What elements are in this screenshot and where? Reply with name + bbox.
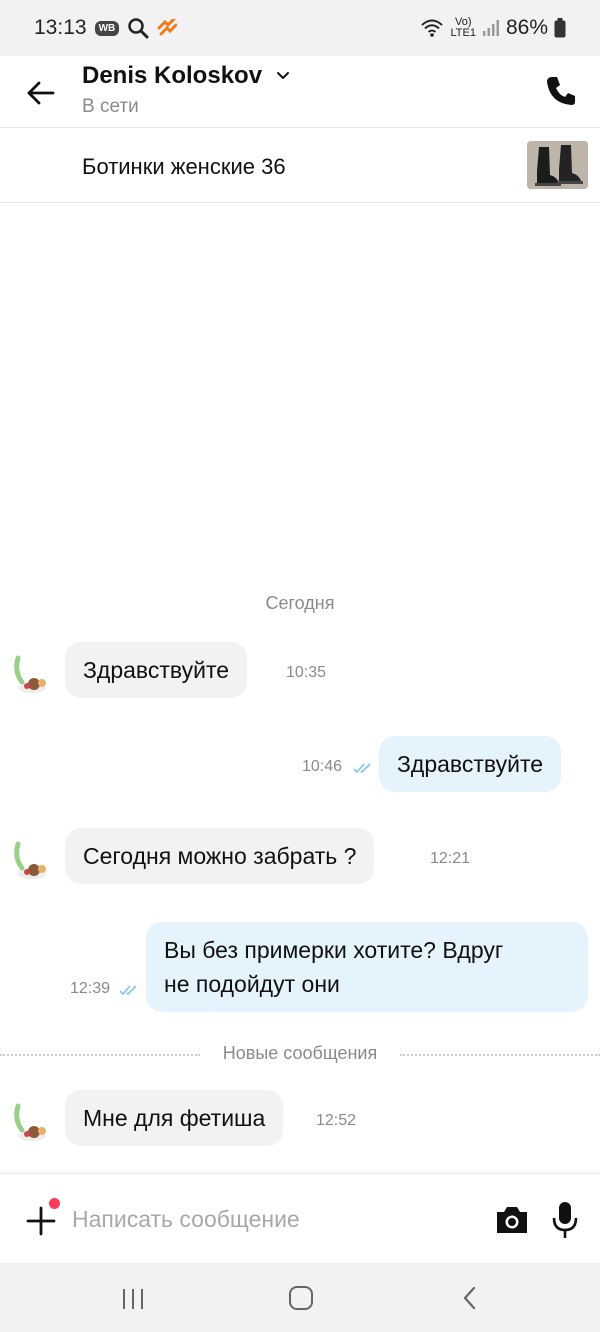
product-thumbnail[interactable]	[527, 141, 588, 189]
network-type: Vo) LTE1	[450, 16, 476, 39]
phone-icon[interactable]	[544, 74, 578, 108]
incoming-message[interactable]: Мне для фетиша	[65, 1090, 284, 1146]
system-navigation-bar	[0, 1263, 600, 1332]
battery-icon	[554, 18, 566, 38]
chat-header: Denis Koloskov В сети	[0, 56, 600, 128]
message-input[interactable]	[72, 1199, 472, 1239]
message-time: 10:46	[302, 758, 343, 775]
new-messages-separator: Новые сообщения	[0, 1043, 600, 1067]
double-check-icon	[353, 763, 371, 774]
contact-name[interactable]: Denis Koloskov	[82, 62, 262, 90]
wifi-icon	[421, 19, 444, 37]
plus-icon[interactable]	[24, 1204, 58, 1238]
contact-avatar[interactable]	[12, 652, 52, 696]
double-check-icon	[119, 985, 137, 996]
message-composer	[0, 1173, 600, 1263]
notification-dot	[49, 1198, 60, 1209]
battery-percent: 86%	[505, 16, 548, 39]
contact-avatar[interactable]	[12, 838, 52, 882]
product-bar[interactable]: Ботинки женские 36	[0, 128, 600, 203]
message-time: 12:52	[316, 1112, 357, 1129]
contact-online-status: В сети	[82, 96, 139, 117]
incoming-message[interactable]: Сегодня можно забрать ?	[65, 828, 375, 884]
search-icon	[128, 18, 149, 39]
system-back-icon[interactable]	[460, 1285, 480, 1311]
chat-area[interactable]: Сегодня Здравствуйте 10:35 10:46 Здравст…	[0, 203, 600, 1173]
outgoing-message[interactable]: Здравствуйте	[379, 736, 562, 792]
message-line: не подойдут они	[164, 971, 340, 997]
chevron-down-icon[interactable]	[274, 66, 292, 84]
date-separator: Сегодня	[265, 593, 335, 613]
home-icon[interactable]	[288, 1285, 314, 1311]
product-title: Ботинки женские 36	[82, 154, 286, 179]
message-time: 12:39	[70, 980, 111, 997]
contact-avatar[interactable]	[12, 1100, 52, 1144]
recent-apps-icon[interactable]	[120, 1287, 146, 1311]
outgoing-message[interactable]: Вы без примерки хотите? Вдруг не подойду…	[146, 922, 588, 1012]
status-bar: 13:13 WB Vo) LTE1 86%	[0, 0, 600, 56]
wb-app-icon: WB	[94, 20, 120, 36]
message-line: Вы без примерки хотите? Вдруг	[164, 937, 504, 963]
back-arrow-icon[interactable]	[24, 76, 58, 110]
boots-image	[527, 141, 588, 189]
microphone-icon[interactable]	[548, 1200, 582, 1240]
message-time: 12:21	[430, 850, 471, 867]
app-notification-icon	[157, 19, 178, 36]
signal-icon	[482, 20, 499, 36]
message-time: 10:35	[286, 664, 327, 681]
incoming-message[interactable]: Здравствуйте	[65, 642, 248, 698]
status-time: 13:13	[34, 16, 87, 39]
new-messages-label: Новые сообщения	[212, 1043, 388, 1063]
camera-icon[interactable]	[494, 1202, 530, 1238]
